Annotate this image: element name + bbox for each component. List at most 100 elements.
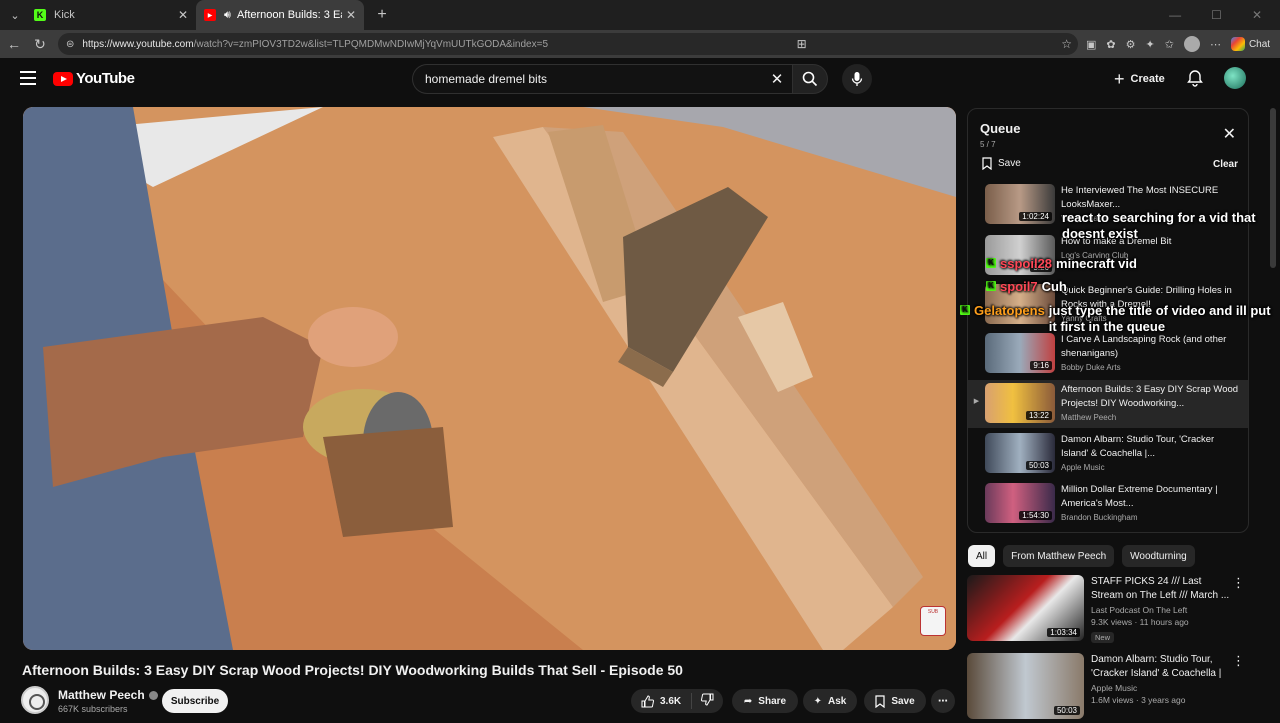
duration: 50:03	[1053, 706, 1080, 715]
extension-icon[interactable]: ✿	[1106, 38, 1115, 51]
menu-icon[interactable]	[20, 71, 36, 85]
notifications-bell-icon[interactable]	[1186, 69, 1204, 87]
youtube-logo[interactable]: YouTube	[53, 70, 135, 87]
profile-avatar[interactable]	[1183, 36, 1200, 52]
more-actions-button[interactable]: ⋯	[931, 689, 955, 713]
queue-item-title: Quick Beginner's Guide: Drilling Holes i…	[1061, 285, 1232, 310]
speaker-icon[interactable]: 🔊︎	[224, 9, 231, 22]
browser-tab-youtube[interactable]: ▶ 🔊︎ Afternoon Builds: 3 Easy DIY S ✕	[196, 0, 364, 30]
back-button[interactable]: ←	[2, 32, 26, 56]
ask-button[interactable]: ✦ Ask	[803, 689, 857, 713]
queue-item-title: Damon Albarn: Studio Tour, 'Cracker Isla…	[1061, 434, 1215, 459]
queue-item[interactable]: 1:02:24 He Interviewed The Most INSECURE…	[968, 181, 1248, 229]
save-button[interactable]: Save	[864, 689, 926, 713]
extension-icon[interactable]: ▣	[1086, 38, 1096, 51]
queue-item[interactable]: 5:26 How to make a Dremel Bit Log's Carv…	[968, 232, 1248, 280]
tab-search-chevron-icon[interactable]: ⌄	[4, 4, 26, 26]
recommended-video[interactable]: 50:03 Damon Albarn: Studio Tour, 'Cracke…	[967, 653, 1249, 723]
channel-avatar[interactable]	[21, 686, 49, 714]
recommended-video[interactable]: 1:03:34 STAFF PICKS 24 /// Last Stream o…	[967, 575, 1249, 645]
more-vertical-icon[interactable]: ⋮	[1232, 575, 1245, 591]
chat-icon	[1230, 37, 1245, 51]
share-button[interactable]: ➦ Share	[732, 689, 798, 713]
new-tab-button[interactable]: +	[370, 3, 394, 27]
channel-name-text: Matthew Peech	[58, 688, 145, 702]
window-controls: — ☐ ✕	[1169, 8, 1280, 22]
queue-item[interactable]: 50:03 Damon Albarn: Studio Tour, 'Cracke…	[968, 430, 1248, 478]
chip-all[interactable]: All	[968, 545, 996, 567]
more-menu-icon[interactable]: ⋯	[1210, 38, 1221, 51]
like-button[interactable]: 3.6K	[631, 693, 693, 709]
logo-text: YouTube	[76, 70, 135, 87]
close-tab-icon[interactable]: ✕	[178, 8, 188, 22]
url-field[interactable]: ⊜ https://www.youtube.com/watch?v=zmPIOV…	[58, 33, 1078, 55]
extensions-puzzle-icon[interactable]: ✦	[1146, 38, 1155, 51]
minimize-icon[interactable]: —	[1169, 8, 1181, 22]
queue-item-text: Damon Albarn: Studio Tour, 'Cracker Isla…	[1061, 433, 1241, 472]
queue-item-title: How to make a Dremel Bit	[1061, 236, 1172, 247]
duration: 13:22	[1025, 411, 1052, 420]
voice-search-button[interactable]	[842, 64, 872, 94]
drag-handle[interactable]	[968, 232, 985, 249]
chip-from-channel[interactable]: From Matthew Peech	[1003, 545, 1115, 567]
duration: 50:03	[1025, 461, 1052, 470]
queue-item-text: Afternoon Builds: 3 Easy DIY Scrap Wood …	[1061, 383, 1241, 422]
close-queue-icon[interactable]: ✕	[1223, 124, 1236, 144]
page-scrollbar[interactable]	[1270, 108, 1276, 268]
chip-woodturning[interactable]: Woodturning	[1122, 545, 1195, 567]
queue-panel: Queue 5 / 7 ✕ Save Clear 1:02:24 He Inte…	[967, 108, 1249, 533]
search-button[interactable]	[792, 64, 828, 94]
queue-clear-button[interactable]: Clear	[1213, 159, 1238, 170]
close-window-icon[interactable]: ✕	[1252, 8, 1262, 22]
install-app-icon[interactable]: ⊞	[797, 37, 807, 51]
drag-handle[interactable]	[968, 330, 985, 347]
youtube-icon: ▶	[204, 9, 216, 21]
queue-item-text: Quick Beginner's Guide: Drilling Holes i…	[1061, 284, 1241, 323]
maximize-icon[interactable]: ☐	[1211, 8, 1222, 22]
create-button[interactable]: + Create	[1104, 66, 1175, 92]
account-avatar[interactable]	[1224, 67, 1246, 89]
browser-tab-kick[interactable]: K Kick ✕	[26, 0, 196, 30]
queue-item[interactable]: 1:54:30 Million Dollar Extreme Documenta…	[968, 480, 1248, 528]
close-tab-icon[interactable]: ✕	[346, 8, 356, 22]
queue-item[interactable]: Quick Beginner's Guide: Drilling Holes i…	[968, 281, 1248, 329]
recommended-title: STAFF PICKS 24 /// Last Stream on The Le…	[1091, 576, 1230, 601]
drag-handle[interactable]	[968, 480, 985, 497]
queue-thumbnail: 1:02:24	[985, 184, 1055, 224]
bookmark-icon	[875, 694, 885, 708]
queue-title: Queue	[980, 121, 1021, 136]
verified-icon	[148, 690, 158, 700]
reload-button[interactable]: ↻	[28, 32, 52, 56]
browser-tab-bar: ⌄ K Kick ✕ ▶ 🔊︎ Afternoon Builds: 3 Easy…	[0, 0, 1280, 30]
sparkle-icon: ✦	[813, 695, 823, 707]
site-info-icon[interactable]: ⊜	[66, 39, 74, 50]
create-label: Create	[1130, 73, 1165, 85]
queue-item-channel: Yanny Crafts	[1061, 314, 1107, 323]
search-input[interactable]	[425, 72, 762, 86]
bookmark-star-icon[interactable]: ☆	[1061, 37, 1072, 51]
duration: 9:16	[1030, 361, 1052, 370]
duration: 1:54:30	[1019, 511, 1052, 520]
chat-button[interactable]: Chat	[1230, 37, 1270, 51]
drag-handle[interactable]	[968, 281, 985, 298]
subscribe-button[interactable]: Subscribe	[162, 689, 228, 713]
clear-search-icon[interactable]: ✕	[762, 70, 792, 88]
dislike-button[interactable]	[692, 693, 723, 709]
more-vertical-icon[interactable]: ⋮	[1232, 653, 1245, 669]
channel-watermark[interactable]: SUB	[920, 606, 946, 636]
queue-item-title: I Carve A Landscaping Rock (and other sh…	[1061, 334, 1227, 359]
drag-handle[interactable]	[968, 181, 985, 198]
queue-save-button[interactable]: Save	[982, 157, 1021, 170]
queue-item-text: I Carve A Landscaping Rock (and other sh…	[1061, 333, 1241, 372]
video-player[interactable]: SUB	[23, 107, 956, 650]
channel-name[interactable]: Matthew Peech	[58, 688, 158, 702]
extension-icon[interactable]: ⚙	[1126, 38, 1136, 51]
queue-item[interactable]: 9:16 I Carve A Landscaping Rock (and oth…	[968, 330, 1248, 378]
queue-item-current[interactable]: ▶ 13:22 Afternoon Builds: 3 Easy DIY Scr…	[968, 380, 1248, 428]
queue-item-text: Million Dollar Extreme Documentary | Ame…	[1061, 483, 1241, 522]
queue-thumbnail: 50:03	[985, 433, 1055, 473]
favorites-icon[interactable]: ✩	[1165, 38, 1174, 51]
drag-handle[interactable]	[968, 430, 985, 447]
like-count: 3.6K	[660, 695, 682, 707]
recommended-text: STAFF PICKS 24 /// Last Stream on The Le…	[1091, 575, 1231, 645]
